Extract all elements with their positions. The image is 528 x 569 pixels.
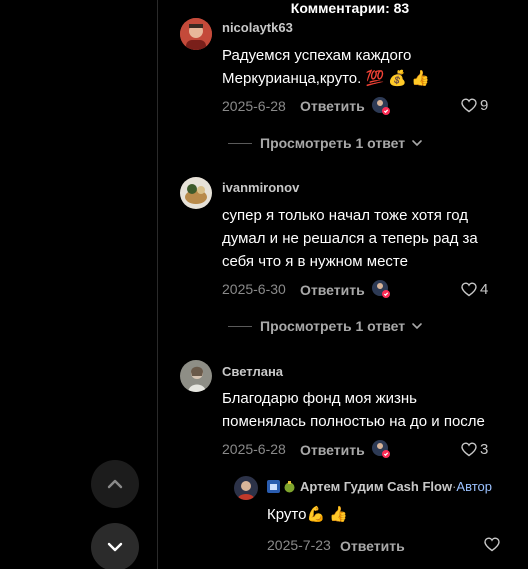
like-count: 4 — [480, 281, 489, 298]
reply-avatar[interactable] — [234, 476, 258, 500]
next-video-button[interactable] — [91, 523, 139, 569]
reply-username-row: Артем Гудим Cash Flow · Автор — [267, 479, 492, 494]
comment-date: 2025-6-28 — [222, 98, 286, 114]
avatar[interactable] — [180, 360, 212, 392]
reply-text: Круто💪 👍 — [267, 506, 348, 523]
comment-username[interactable]: nicolaytk63 — [222, 20, 293, 35]
like-button[interactable]: 9 — [461, 97, 488, 114]
heart-icon — [461, 98, 477, 113]
creator-avatar-icon — [372, 280, 390, 298]
chevron-down-icon — [412, 140, 422, 147]
like-button[interactable]: 3 — [461, 441, 488, 458]
avatar[interactable] — [180, 177, 212, 209]
heart-icon — [461, 442, 477, 457]
view-replies-label: Просмотреть 1 ответ — [260, 135, 406, 151]
avatar[interactable] — [180, 18, 212, 50]
reply-button[interactable]: Ответить — [300, 282, 365, 298]
view-replies-button[interactable]: Просмотреть 1 ответ — [228, 318, 424, 334]
like-button[interactable]: 4 — [461, 281, 488, 298]
comment-username[interactable]: Светлана — [222, 364, 283, 379]
comment-text-line: Благодарю фонд моя жизнь — [222, 390, 417, 407]
comment-text-line: думал и не решался а теперь рад за — [222, 230, 478, 247]
building-icon — [267, 480, 280, 493]
reply-button[interactable]: Ответить — [300, 442, 365, 458]
comment-text-line: себя что я в нужном месте — [222, 253, 408, 270]
comment-text-line: супер я только начал тоже хотя год — [222, 207, 468, 224]
author-label: Автор — [456, 479, 492, 494]
like-button[interactable] — [484, 537, 500, 552]
heart-icon — [461, 282, 477, 297]
chevron-down-icon — [412, 323, 422, 330]
like-count: 9 — [480, 97, 489, 114]
divider-line — [228, 142, 252, 144]
reply-username[interactable]: Артем Гудим Cash Flow — [300, 479, 452, 494]
comment-text-line: Радуемся успехам каждого — [222, 47, 412, 64]
chevron-down-icon — [107, 542, 123, 552]
author-badge: Автор — [456, 479, 492, 494]
panel-divider — [157, 0, 158, 569]
comment-date: 2025-6-28 — [222, 441, 286, 457]
previous-video-button[interactable] — [91, 460, 139, 508]
view-replies-label: Просмотреть 1 ответ — [260, 318, 406, 334]
reply-button[interactable]: Ответить — [340, 538, 405, 554]
chevron-up-icon — [107, 479, 123, 489]
divider-line — [228, 325, 252, 327]
comment-username[interactable]: ivanmironov — [222, 180, 299, 195]
like-count: 3 — [480, 441, 489, 458]
comment-text-line: поменялась полностью на до и после — [222, 413, 485, 430]
reply-date: 2025-7-23 — [267, 537, 331, 553]
view-replies-button[interactable]: Просмотреть 1 ответ — [228, 135, 424, 151]
reply-button[interactable]: Ответить — [300, 98, 365, 114]
heart-icon — [484, 537, 500, 552]
creator-avatar-icon — [372, 97, 390, 115]
bag-icon — [284, 481, 295, 493]
creator-avatar-icon — [372, 440, 390, 458]
comment-date: 2025-6-30 — [222, 281, 286, 297]
comment-text-line: Меркурианца,круто. 💯 💰 👍 — [222, 70, 430, 87]
comments-count-title: Комментарии: 83 — [290, 0, 410, 16]
